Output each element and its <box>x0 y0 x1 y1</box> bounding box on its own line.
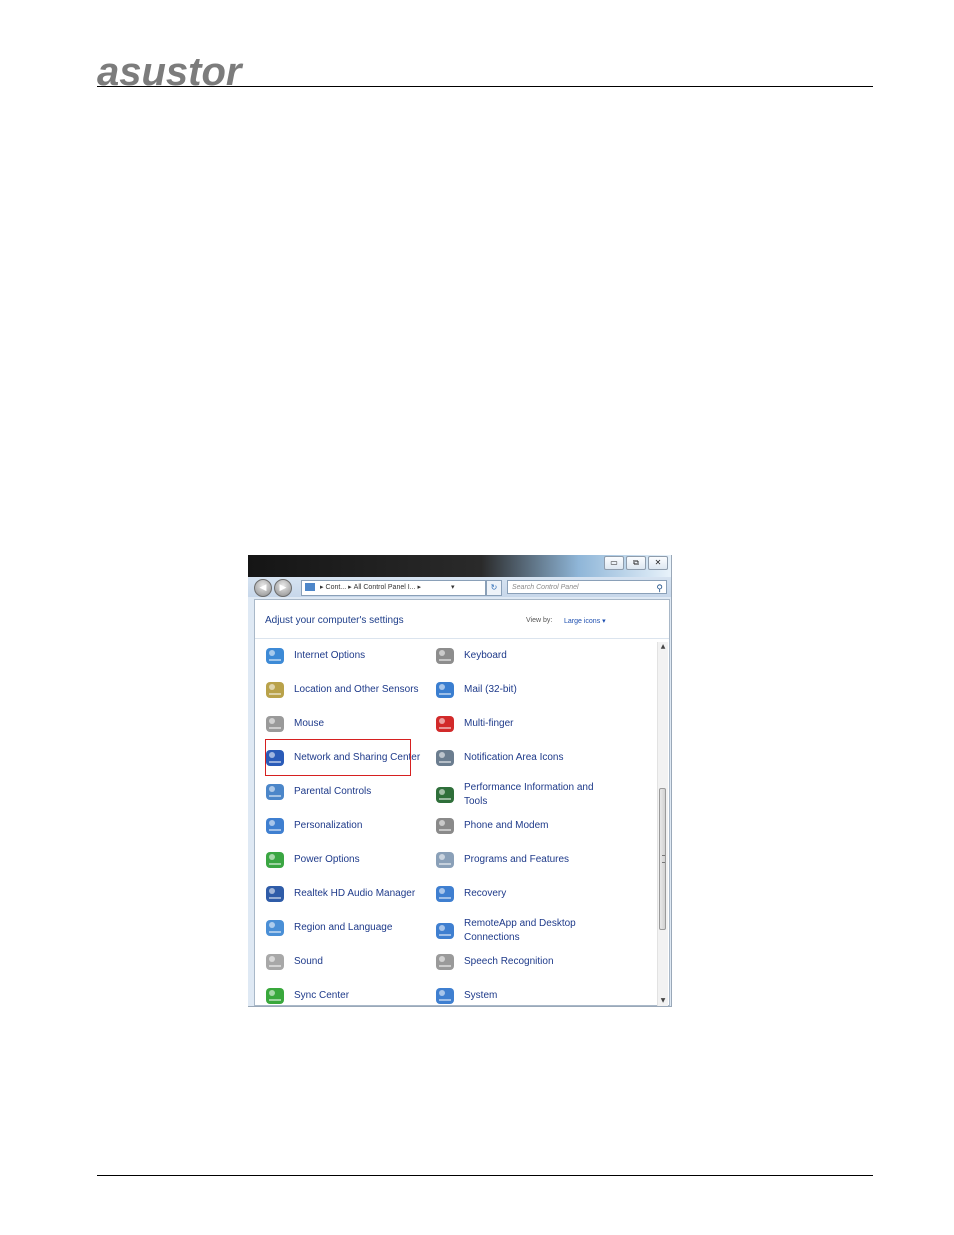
navigation-bar: ◀ ▶ ▸ Cont... ▸ All Control Panel I... ▸ ▾ ↻ … <box>248 577 671 597</box>
search-icon[interactable]: ⚲ <box>656 581 663 595</box>
control-panel-item[interactable]: Performance Information and Tools <box>434 781 596 809</box>
item-label: Sound <box>294 956 323 967</box>
location-sensors-icon <box>264 679 286 701</box>
personalization-icon <box>264 815 286 837</box>
maximize-button[interactable]: ⧉ <box>626 556 646 570</box>
search-input[interactable]: Search Control Panel ⚲ <box>507 580 667 594</box>
item-label: Sync Center <box>294 990 350 1001</box>
control-panel-item[interactable]: Notification Area Icons <box>434 747 596 769</box>
breadcrumb-all-items[interactable]: All Control Panel I... <box>354 584 416 591</box>
item-label: Speech Recognition <box>464 956 554 967</box>
performance-icon <box>434 784 456 806</box>
remoteapp-icon <box>434 920 456 942</box>
control-panel-item[interactable]: Programs and Features <box>434 849 596 871</box>
item-label: System <box>464 990 498 1001</box>
forward-arrow-icon: ▶ <box>279 583 287 593</box>
power-options-icon <box>264 849 286 871</box>
forward-button[interactable]: ▶ <box>274 579 292 597</box>
control-panel-item[interactable]: Multi-finger <box>434 713 596 735</box>
control-panel-item[interactable]: Sound <box>264 951 426 973</box>
view-by-dropdown[interactable]: Large icons ▾ <box>564 617 606 625</box>
item-label: Multi-finger <box>464 718 514 729</box>
highlight-box <box>265 739 411 776</box>
vertical-scrollbar[interactable]: ▲ ▼ <box>657 642 668 1006</box>
item-label: Phone and Modem <box>464 820 549 831</box>
control-panel-item[interactable]: Phone and Modem <box>434 815 596 837</box>
notification-area-icon <box>434 747 456 769</box>
keyboard-icon <box>434 645 456 667</box>
phone-modem-icon <box>434 815 456 837</box>
minimize-button[interactable]: ▭ <box>604 556 624 570</box>
item-label: Notification Area Icons <box>464 752 564 763</box>
item-label: Power Options <box>294 854 360 865</box>
item-label: Recovery <box>464 888 507 899</box>
item-label: Realtek HD Audio Manager <box>294 888 416 899</box>
scroll-down-icon[interactable]: ▼ <box>658 996 668 1006</box>
item-label: Mail (32-bit) <box>464 684 517 695</box>
page-title: Adjust your computer's settings <box>265 615 404 626</box>
control-panel-folder-icon <box>305 583 315 592</box>
item-label: Programs and Features <box>464 854 570 865</box>
item-label: Region and Language <box>294 922 393 933</box>
multi-finger-icon <box>434 713 456 735</box>
back-button[interactable]: ◀ <box>254 579 272 597</box>
control-panel-item[interactable]: Sync Center <box>264 985 426 1006</box>
view-by-label: View by: <box>526 617 553 624</box>
footer-rule <box>97 1175 873 1176</box>
item-label: Internet Options <box>294 650 366 661</box>
content-pane: Adjust your computer's settings View by:… <box>254 599 670 1006</box>
item-label: Parental Controls <box>294 786 372 797</box>
control-panel-item[interactable]: Region and Language <box>264 917 426 939</box>
scroll-thumb[interactable] <box>659 788 666 930</box>
speech-recognition-icon <box>434 951 456 973</box>
item-label: RemoteApp and Desktop Connections <box>464 918 576 943</box>
divider <box>255 638 669 639</box>
control-panel-item[interactable]: Speech Recognition <box>434 951 596 973</box>
item-label: Personalization <box>294 820 363 831</box>
address-dropdown-icon[interactable]: ▾ <box>451 581 455 595</box>
mouse-icon <box>264 713 286 735</box>
control-panel-item[interactable]: Internet Options <box>264 645 426 667</box>
control-panel-item[interactable]: Power Options <box>264 849 426 871</box>
item-label: Performance Information and Tools <box>464 782 594 807</box>
back-arrow-icon: ◀ <box>259 583 267 593</box>
control-panel-item[interactable]: Parental Controls <box>264 781 426 803</box>
item-label: Keyboard <box>464 650 507 661</box>
control-panel-item[interactable]: Mouse <box>264 713 426 735</box>
title-bar: ▭ ⧉ ✕ <box>248 555 671 577</box>
system-icon <box>434 985 456 1006</box>
recovery-icon <box>434 883 456 905</box>
header-rule <box>97 86 873 87</box>
control-panel-item[interactable]: Realtek HD Audio Manager <box>264 883 426 905</box>
control-panel-item[interactable]: Keyboard <box>434 645 596 667</box>
sound-icon <box>264 951 286 973</box>
control-panel-item[interactable]: System <box>434 985 596 1006</box>
control-panel-item[interactable]: Personalization <box>264 815 426 837</box>
control-panel-item[interactable]: RemoteApp and Desktop Connections <box>434 917 596 945</box>
control-panel-window: ▭ ⧉ ✕ ◀ ▶ ▸ Cont... ▸ All Control Panel I..… <box>248 555 672 1007</box>
internet-options-icon <box>264 645 286 667</box>
programs-features-icon <box>434 849 456 871</box>
item-label: Location and Other Sensors <box>294 684 419 695</box>
parental-controls-icon <box>264 781 286 803</box>
breadcrumb-control-panel[interactable]: Cont... <box>326 584 347 591</box>
sync-center-icon <box>264 985 286 1006</box>
address-bar[interactable]: ▸ Cont... ▸ All Control Panel I... ▸ ▾ <box>301 580 486 596</box>
refresh-button[interactable]: ↻ <box>486 580 502 596</box>
item-label: Mouse <box>294 718 325 729</box>
control-panel-item[interactable]: Mail (32-bit) <box>434 679 596 701</box>
mail-icon <box>434 679 456 701</box>
region-language-icon <box>264 917 286 939</box>
control-panel-item[interactable]: Location and Other Sensors <box>264 679 426 701</box>
close-button[interactable]: ✕ <box>648 556 668 570</box>
scroll-up-icon[interactable]: ▲ <box>658 642 668 652</box>
control-panel-item[interactable]: Recovery <box>434 883 596 905</box>
realtek-audio-icon <box>264 883 286 905</box>
